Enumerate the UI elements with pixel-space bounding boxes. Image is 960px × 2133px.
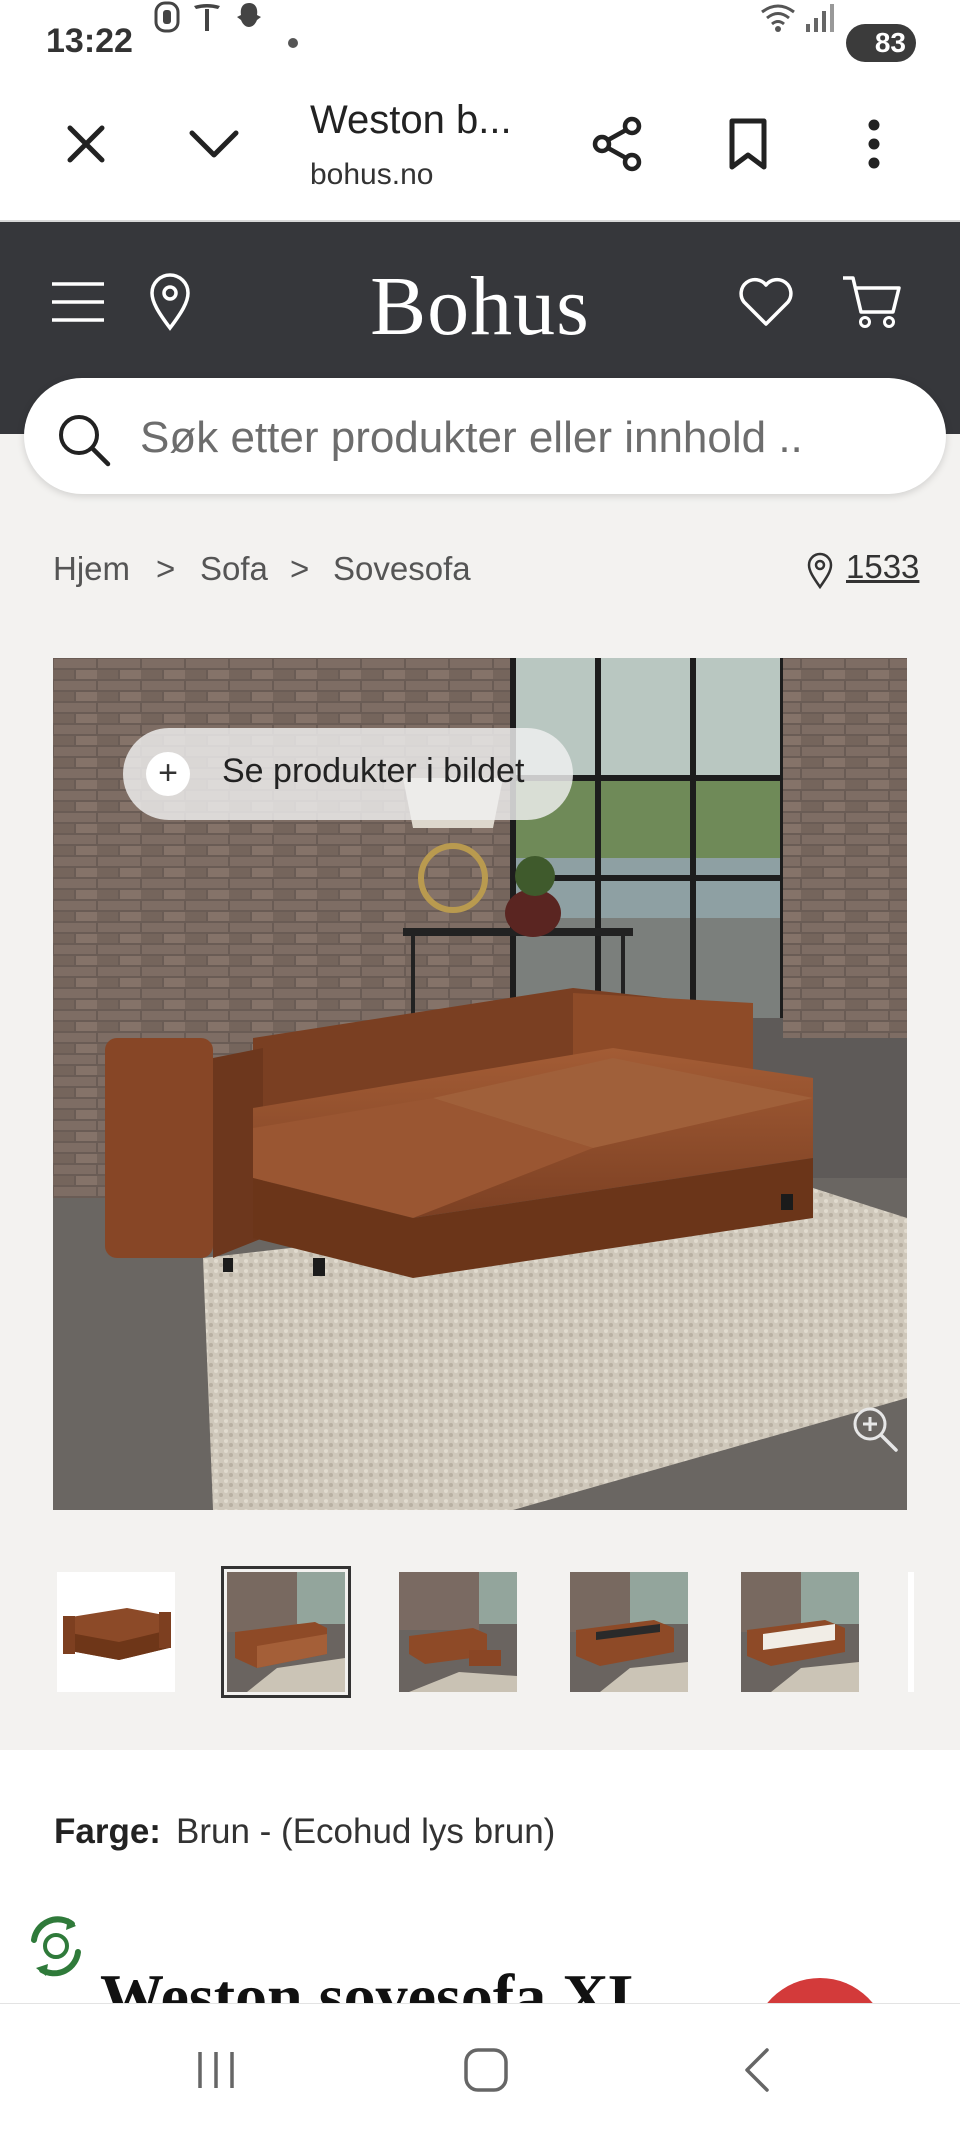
chevron-down-icon[interactable] [178, 108, 250, 180]
close-icon[interactable] [50, 108, 122, 180]
battery-badge: 83 [846, 24, 916, 62]
plus-icon: + [146, 752, 190, 796]
notification-dot-icon [288, 38, 298, 48]
breadcrumb-separator: > [290, 550, 310, 587]
thumbnail[interactable] [741, 1572, 859, 1692]
site-logo[interactable]: Bohus [0, 258, 960, 355]
share-icon[interactable] [582, 108, 654, 180]
thumbnail-selected[interactable] [221, 1566, 351, 1698]
privacy-icon [150, 0, 184, 39]
recent-apps-icon[interactable] [180, 2038, 252, 2102]
color-value: Brun - (Ecohud lys brun) [176, 1812, 556, 1851]
page-url: bohus.no [310, 158, 434, 191]
color-label: Farge: [54, 1812, 161, 1851]
signal-icon [802, 0, 836, 39]
battery-level: 83 [874, 27, 906, 58]
home-icon[interactable] [450, 2038, 522, 2102]
breadcrumb-sovesofa[interactable]: Sovesofa [333, 550, 471, 588]
back-icon[interactable] [720, 2038, 792, 2102]
store-pin-icon [806, 552, 834, 590]
snapchat-icon [232, 0, 266, 39]
search-input[interactable] [140, 408, 900, 468]
thumbnail[interactable] [570, 1572, 688, 1692]
tesla-icon [190, 0, 224, 39]
thumbnail-partial [908, 1572, 914, 1692]
recycle-eco-icon[interactable] [20, 1910, 92, 1982]
wishlist-heart-icon[interactable] [734, 270, 798, 334]
wifi-icon [760, 0, 796, 39]
more-menu-icon[interactable] [838, 108, 910, 180]
thumbnail[interactable] [399, 1572, 517, 1692]
bookmark-icon[interactable] [712, 108, 784, 180]
search-icon[interactable] [56, 412, 112, 468]
store-code-link[interactable]: 1533 [846, 548, 919, 586]
status-time: 13:22 [46, 22, 133, 60]
cart-icon[interactable] [840, 270, 904, 334]
breadcrumb-separator: > [156, 550, 176, 587]
zoom-icon[interactable] [850, 1404, 900, 1454]
page-title: Weston b... [310, 98, 512, 142]
breadcrumb-home[interactable]: Hjem [53, 550, 130, 588]
breadcrumb-sofa[interactable]: Sofa [200, 550, 268, 588]
thumbnail[interactable] [57, 1572, 175, 1692]
shop-the-look-label: Se produkter i bildet [222, 752, 525, 790]
